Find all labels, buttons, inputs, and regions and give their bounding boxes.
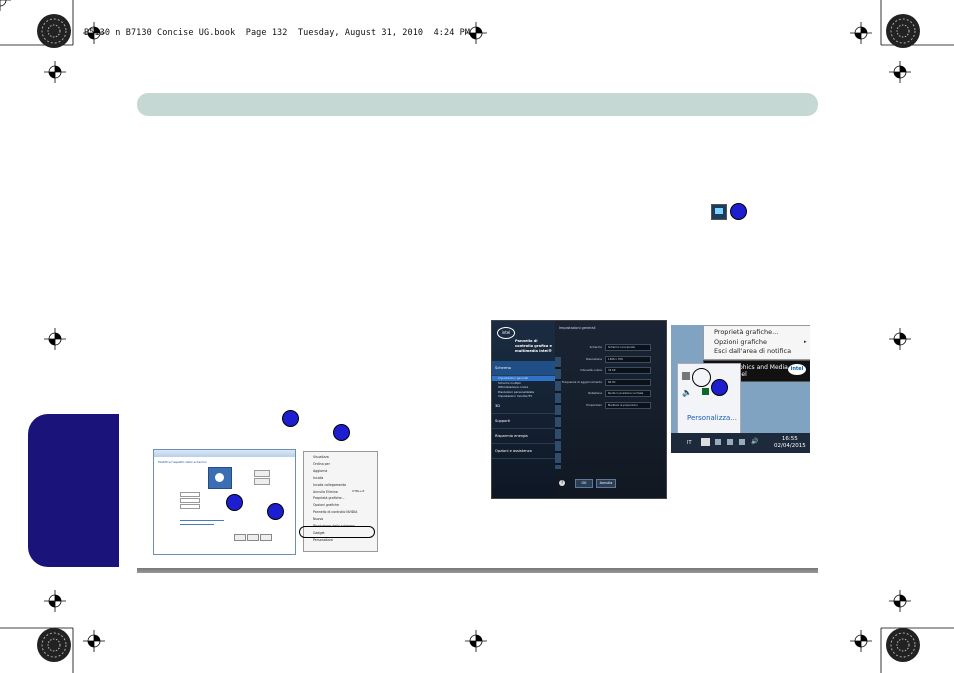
- intel-control-panel-screenshot: intel Pannello di controllo grafica e mu…: [491, 320, 667, 499]
- tray-menu-item[interactable]: Opzioni grafiche: [714, 338, 791, 348]
- setting-dropdown[interactable]: 32 bit: [605, 367, 651, 374]
- tray-menu-screenshot: Proprietà grafiche... Opzioni grafiche Esc…: [671, 325, 810, 453]
- highlight-circle: [692, 368, 711, 387]
- context-menu-item[interactable]: Proprietà grafiche...: [313, 495, 377, 502]
- dialog-title: Modifica l'aspetto dello schermo: [158, 460, 207, 464]
- settings-row: Frequenza di aggiornamento 60 Hz: [558, 378, 662, 391]
- setting-label: Intensità colore: [580, 368, 602, 372]
- setting-label: Rotazione: [588, 391, 602, 395]
- context-menu-item[interactable]: Annulla Elimina: [313, 489, 377, 496]
- setting-dropdown[interactable]: 1366 x 768: [605, 355, 651, 363]
- tray-menu-item[interactable]: Proprietà grafiche...: [714, 328, 791, 338]
- intel-logo: intel: [497, 327, 515, 339]
- menu-shortcut: CTRL+Z: [352, 489, 365, 493]
- context-menu-item[interactable]: Incolla collegamento: [313, 482, 377, 489]
- callout-marker: [730, 203, 747, 220]
- panel-title: Pannello di controllo grafica e multimed…: [515, 339, 553, 353]
- show-hidden-icons-button[interactable]: [701, 438, 710, 446]
- chapter-side-tab: [28, 414, 119, 567]
- intel-logo: intel: [788, 364, 806, 375]
- setting-label: Frequenza di aggiornamento: [561, 379, 602, 384]
- network-icon[interactable]: [715, 439, 721, 445]
- volume-icon[interactable]: 🔊: [751, 438, 758, 445]
- section-title: Impostazioni generali: [559, 326, 596, 330]
- callout-marker: [226, 494, 243, 511]
- language-indicator[interactable]: IT: [687, 440, 692, 446]
- customize-link[interactable]: Personalizza...: [687, 414, 737, 422]
- setting-dropdown[interactable]: 60 Hz: [605, 378, 651, 386]
- tray-icon[interactable]: [682, 372, 690, 380]
- ok-button[interactable]: OK: [575, 479, 593, 488]
- battery-icon[interactable]: [739, 439, 745, 445]
- highlight-oval: [299, 526, 375, 538]
- nav-item[interactable]: Risparmio energia: [492, 429, 555, 444]
- speaker-icon[interactable]: 🔈: [682, 388, 692, 397]
- chapter-header-bar: [137, 93, 818, 116]
- context-menu-item[interactable]: Aggiorna: [313, 468, 377, 475]
- footer-rule: [137, 568, 818, 573]
- nav-item[interactable]: 3D: [492, 399, 555, 414]
- nav-item[interactable]: Opzioni e assistenza: [492, 444, 555, 459]
- context-menu-item[interactable]: Visualizza: [313, 454, 377, 461]
- cancel-button[interactable]: Annulla: [596, 479, 616, 488]
- context-menu-item[interactable]: Nuovo: [313, 516, 377, 523]
- setting-dropdown[interactable]: Ruota in posizione normale: [605, 390, 651, 397]
- callout-marker: [333, 424, 350, 441]
- submenu-arrow-icon: ▸: [804, 339, 807, 345]
- callout-marker: [267, 503, 284, 520]
- intel-graphics-tray-icon: [711, 204, 727, 220]
- callout-marker: [711, 379, 728, 396]
- settings-row: Rotazione Ruota in posizione normale: [558, 390, 662, 402]
- callout-marker: [282, 410, 299, 427]
- context-menu-item[interactable]: Incolla: [313, 475, 377, 482]
- setting-dropdown[interactable]: Schermo incorporato: [605, 344, 651, 351]
- tray-menu-item[interactable]: Esci dall'area di notifica: [714, 347, 791, 357]
- clock-time[interactable]: 16:55: [774, 436, 806, 443]
- setting-dropdown[interactable]: Mantieni le proporzioni: [605, 401, 651, 409]
- settings-row: Risoluzione 1366 x 768: [558, 355, 662, 368]
- context-menu-item[interactable]: Ordina per: [313, 461, 377, 468]
- context-menu-item[interactable]: Opzioni grafiche: [313, 502, 377, 509]
- flag-icon[interactable]: [727, 439, 733, 445]
- clock-date[interactable]: 02/04/2015: [774, 443, 806, 450]
- settings-row: Proporzioni Mantieni le proporzioni: [558, 401, 662, 414]
- nav-item[interactable]: Supporti: [492, 414, 555, 429]
- settings-row: Schermo Schermo incorporato: [558, 344, 662, 356]
- setting-label: Schermo: [589, 345, 602, 349]
- setting-label: Proporzioni: [586, 402, 602, 407]
- nav-item[interactable]: Schermo: [492, 361, 555, 376]
- settings-row: Intensità colore 32 bit: [558, 367, 662, 379]
- tray-icon[interactable]: [702, 388, 709, 395]
- context-menu-item[interactable]: Pannello di controllo NVIDIA: [313, 509, 377, 516]
- display-settings-screenshot: Modifica l'aspetto dello schermo: [153, 449, 296, 555]
- setting-label: Risoluzione: [586, 356, 602, 361]
